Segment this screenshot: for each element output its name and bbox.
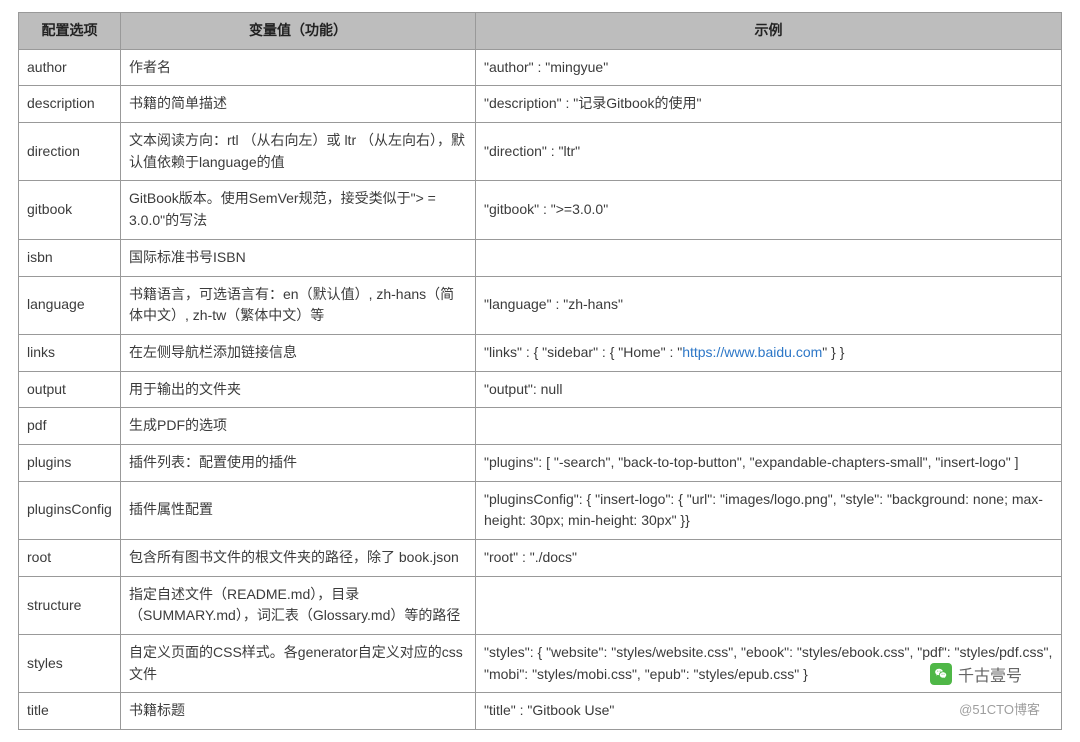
cell-desc: 作者名 xyxy=(121,49,476,86)
cell-option: direction xyxy=(19,123,121,181)
header-example: 示例 xyxy=(476,13,1062,50)
cell-example: "gitbook" : ">=3.0.0" xyxy=(476,181,1062,239)
table-row: root 包含所有图书文件的根文件夹的路径，除了 book.json "root… xyxy=(19,540,1062,577)
table-row: description 书籍的简单描述 "description" : "记录G… xyxy=(19,86,1062,123)
cell-option: language xyxy=(19,276,121,334)
table-row: author 作者名 "author" : "mingyue" xyxy=(19,49,1062,86)
header-desc: 变量值（功能） xyxy=(121,13,476,50)
cell-option: gitbook xyxy=(19,181,121,239)
cell-example xyxy=(476,576,1062,634)
cell-example: "direction" : "ltr" xyxy=(476,123,1062,181)
table-row: pdf 生成PDF的选项 xyxy=(19,408,1062,445)
cell-desc: 书籍语言，可选语言有：en（默认值）, zh-hans（简体中文）, zh-tw… xyxy=(121,276,476,334)
table-header-row: 配置选项 变量值（功能） 示例 xyxy=(19,13,1062,50)
table-row: pluginsConfig 插件属性配置 "pluginsConfig": { … xyxy=(19,481,1062,539)
cell-example xyxy=(476,408,1062,445)
cell-desc: 自定义页面的CSS样式。各generator自定义对应的css文件 xyxy=(121,635,476,693)
table-row: direction 文本阅读方向：rtl （从右向左）或 ltr （从左向右），… xyxy=(19,123,1062,181)
cell-desc: 生成PDF的选项 xyxy=(121,408,476,445)
table-row: structure 指定自述文件（README.md），目录（SUMMARY.m… xyxy=(19,576,1062,634)
cell-desc: 书籍的简单描述 xyxy=(121,86,476,123)
cell-option: isbn xyxy=(19,239,121,276)
cell-option: pdf xyxy=(19,408,121,445)
table-row: styles 自定义页面的CSS样式。各generator自定义对应的css文件… xyxy=(19,635,1062,693)
watermark: 千古壹号 xyxy=(930,662,1022,686)
table-row: links 在左侧导航栏添加链接信息 "links" : { "sidebar"… xyxy=(19,334,1062,371)
cell-desc: 包含所有图书文件的根文件夹的路径，除了 book.json xyxy=(121,540,476,577)
cell-desc: 书籍标题 xyxy=(121,693,476,730)
header-option: 配置选项 xyxy=(19,13,121,50)
cell-desc: 文本阅读方向：rtl （从右向左）或 ltr （从左向右），默认值依赖于lang… xyxy=(121,123,476,181)
baidu-link[interactable]: https://www.baidu.com xyxy=(682,344,822,360)
cell-option: plugins xyxy=(19,444,121,481)
wechat-icon xyxy=(930,663,952,685)
cell-desc: 在左侧导航栏添加链接信息 xyxy=(121,334,476,371)
cell-option: description xyxy=(19,86,121,123)
config-table: 配置选项 变量值（功能） 示例 author 作者名 "author" : "m… xyxy=(18,12,1062,730)
cell-option: pluginsConfig xyxy=(19,481,121,539)
cell-option: root xyxy=(19,540,121,577)
cell-example: "pluginsConfig": { "insert-logo": { "url… xyxy=(476,481,1062,539)
cell-desc: GitBook版本。使用SemVer规范，接受类似于"> = 3.0.0"的写法 xyxy=(121,181,476,239)
cell-example: "language" : "zh-hans" xyxy=(476,276,1062,334)
cell-example: "output": null xyxy=(476,371,1062,408)
watermark-text: 千古壹号 xyxy=(958,662,1022,686)
cell-example: "links" : { "sidebar" : { "Home" : "http… xyxy=(476,334,1062,371)
footer-attribution: @51CTO博客 xyxy=(959,699,1040,718)
cell-example: "plugins": [ "-search", "back-to-top-but… xyxy=(476,444,1062,481)
table-row: isbn 国际标准书号ISBN xyxy=(19,239,1062,276)
cell-option: styles xyxy=(19,635,121,693)
cell-example: "description" : "记录Gitbook的使用" xyxy=(476,86,1062,123)
cell-example xyxy=(476,239,1062,276)
table-row: title 书籍标题 "title" : "Gitbook Use" xyxy=(19,693,1062,730)
cell-example: "root" : "./docs" xyxy=(476,540,1062,577)
table-row: plugins 插件列表：配置使用的插件 "plugins": [ "-sear… xyxy=(19,444,1062,481)
cell-desc: 插件属性配置 xyxy=(121,481,476,539)
table-row: gitbook GitBook版本。使用SemVer规范，接受类似于"> = 3… xyxy=(19,181,1062,239)
cell-option: author xyxy=(19,49,121,86)
cell-option: structure xyxy=(19,576,121,634)
table-row: language 书籍语言，可选语言有：en（默认值）, zh-hans（简体中… xyxy=(19,276,1062,334)
cell-desc: 国际标准书号ISBN xyxy=(121,239,476,276)
cell-example: "author" : "mingyue" xyxy=(476,49,1062,86)
cell-desc: 指定自述文件（README.md），目录（SUMMARY.md），词汇表（Glo… xyxy=(121,576,476,634)
cell-desc: 插件列表：配置使用的插件 xyxy=(121,444,476,481)
cell-option: title xyxy=(19,693,121,730)
cell-desc: 用于输出的文件夹 xyxy=(121,371,476,408)
table-row: output 用于输出的文件夹 "output": null xyxy=(19,371,1062,408)
cell-option: output xyxy=(19,371,121,408)
cell-option: links xyxy=(19,334,121,371)
